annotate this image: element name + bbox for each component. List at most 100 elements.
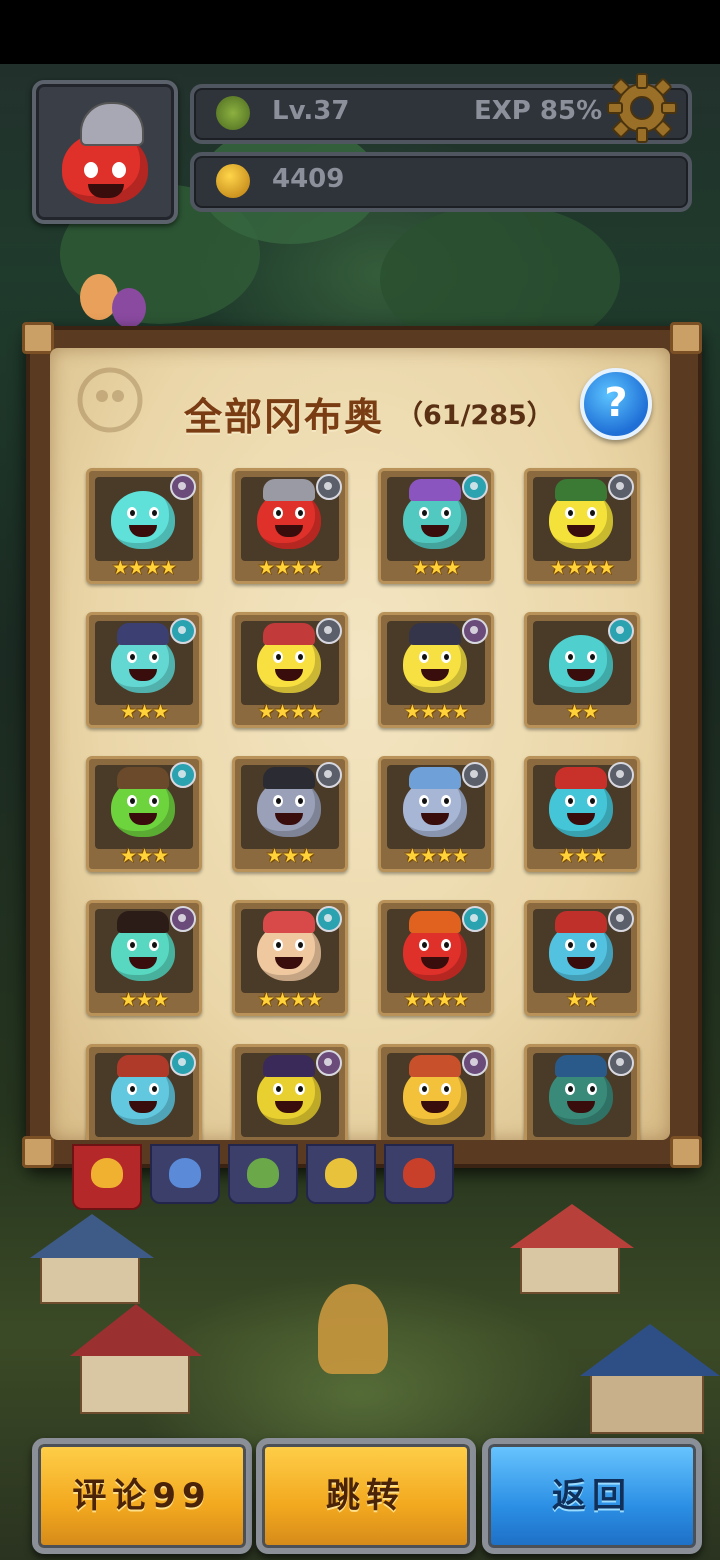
level-label: Lv.37	[272, 96, 350, 126]
swirl-class-icon	[608, 618, 634, 644]
gumball-headgear	[555, 767, 607, 789]
gumball-card[interactable]: ★★	[524, 612, 640, 728]
sword-class-icon	[316, 618, 342, 644]
tab-all[interactable]	[72, 1144, 142, 1210]
gumball-card[interactable]: ★★★	[86, 900, 202, 1016]
gumball-card[interactable]	[232, 1044, 348, 1140]
gumball-headgear	[409, 1055, 461, 1077]
star-rating: ★★★★	[257, 989, 323, 1011]
gumball-portrait	[111, 491, 175, 549]
swirl-class-icon	[462, 906, 488, 932]
currency-bar: 4409	[190, 152, 692, 212]
staff-class-icon	[170, 474, 196, 500]
gumball-headgear	[263, 479, 315, 501]
panel-corner	[22, 1136, 54, 1168]
gumball-category-icon	[247, 1158, 279, 1188]
star-rating: ★★★	[265, 845, 315, 867]
swirl-class-icon	[316, 906, 342, 932]
gumball-card[interactable]: ★★★	[232, 756, 348, 872]
star-rating: ★★★★	[403, 989, 469, 1011]
staff-class-icon	[316, 1050, 342, 1076]
exp-label: EXP 85%	[474, 96, 603, 126]
gumball-card[interactable]: ★★★★	[378, 756, 494, 872]
player-avatar[interactable]	[32, 80, 178, 224]
tab-blue[interactable]	[150, 1144, 220, 1204]
gumball-headgear	[555, 911, 607, 933]
gumball-category-icon	[325, 1158, 357, 1188]
star-rating: ★★★★	[257, 557, 323, 579]
sword-class-icon	[608, 762, 634, 788]
gumball-card[interactable]: ★★★★	[378, 612, 494, 728]
collection-grid-area[interactable]: ★★★★ ★★★★ ★★★ ★★★★ ★★★ ★★★★ ★★★★ ★★ ★★★ ★★★ ★★★★ ★★…	[50, 348, 670, 1140]
collection-count: （61/285）	[396, 400, 554, 431]
gumball-card[interactable]: ★★★★	[86, 468, 202, 584]
star-rating: ★★	[565, 701, 599, 723]
gumball-headgear	[409, 767, 461, 789]
staff-class-icon	[170, 906, 196, 932]
swirl-class-icon	[462, 474, 488, 500]
gumball-card[interactable]: ★★	[524, 900, 640, 1016]
gumball-card[interactable]: ★★★★	[378, 900, 494, 1016]
help-button[interactable]: ?	[580, 368, 652, 440]
sword-class-icon	[462, 762, 488, 788]
status-bar	[0, 0, 720, 64]
swirl-class-icon	[170, 618, 196, 644]
gear-icon[interactable]	[606, 72, 678, 144]
star-rating: ★★★★	[257, 701, 323, 723]
gold-fruit-icon	[216, 164, 250, 198]
gumball-category-icon	[91, 1158, 123, 1188]
gumball-card[interactable]: ★★★	[86, 612, 202, 728]
gumball-card[interactable]	[86, 1044, 202, 1140]
comment-button[interactable]: 评论99	[32, 1438, 252, 1554]
gumball-card[interactable]	[378, 1044, 494, 1140]
gumball-card[interactable]: ★★★★	[232, 900, 348, 1016]
tab-red[interactable]	[384, 1144, 454, 1204]
panel-corner	[670, 322, 702, 354]
gumball-headgear	[409, 479, 461, 501]
panel-corner	[670, 1136, 702, 1168]
gumball-headgear	[263, 767, 315, 789]
tab-yellow[interactable]	[306, 1144, 376, 1204]
panel-corner	[22, 322, 54, 354]
gumball-card[interactable]: ★★★★	[232, 468, 348, 584]
gumball-card[interactable]: ★★★★	[524, 468, 640, 584]
swirl-class-icon	[170, 762, 196, 788]
gumball-category-icon	[403, 1158, 435, 1188]
gumball-headgear	[555, 479, 607, 501]
gumball-card[interactable]	[524, 1044, 640, 1140]
star-rating: ★★★	[557, 845, 607, 867]
sword-class-icon	[316, 762, 342, 788]
gumball-card[interactable]: ★★★	[378, 468, 494, 584]
statue	[318, 1284, 388, 1374]
gumball-headgear	[409, 911, 461, 933]
gumball-headgear	[117, 1055, 169, 1077]
star-rating: ★★★	[119, 989, 169, 1011]
sword-class-icon	[608, 906, 634, 932]
star-rating: ★★★★	[403, 845, 469, 867]
sword-class-icon	[608, 474, 634, 500]
gumball-headgear	[263, 1055, 315, 1077]
gumball-headgear	[117, 623, 169, 645]
staff-class-icon	[462, 1050, 488, 1076]
sword-class-icon	[608, 1050, 634, 1076]
gumball-headgear	[409, 623, 461, 645]
star-rating: ★★★★	[403, 701, 469, 723]
panel-title: 全部冈布奥	[184, 395, 385, 439]
star-rating: ★★★★	[549, 557, 615, 579]
back-button[interactable]: 返回	[482, 1438, 702, 1554]
gumball-headgear	[117, 911, 169, 933]
gumball-card[interactable]: ★★★	[524, 756, 640, 872]
swirl-class-icon	[170, 1050, 196, 1076]
gumball-card[interactable]: ★★★★	[232, 612, 348, 728]
gumball-headgear	[263, 623, 315, 645]
gumball-card[interactable]: ★★★	[86, 756, 202, 872]
gumball-headgear	[117, 767, 169, 789]
gumball-portrait	[549, 635, 613, 693]
gumball-headgear	[555, 1055, 607, 1077]
star-rating: ★★★	[119, 701, 169, 723]
currency-amount: 4409	[272, 164, 345, 194]
star-rating: ★★★	[119, 845, 169, 867]
staff-class-icon	[462, 618, 488, 644]
jump-button[interactable]: 跳转	[256, 1438, 476, 1554]
tab-green[interactable]	[228, 1144, 298, 1204]
